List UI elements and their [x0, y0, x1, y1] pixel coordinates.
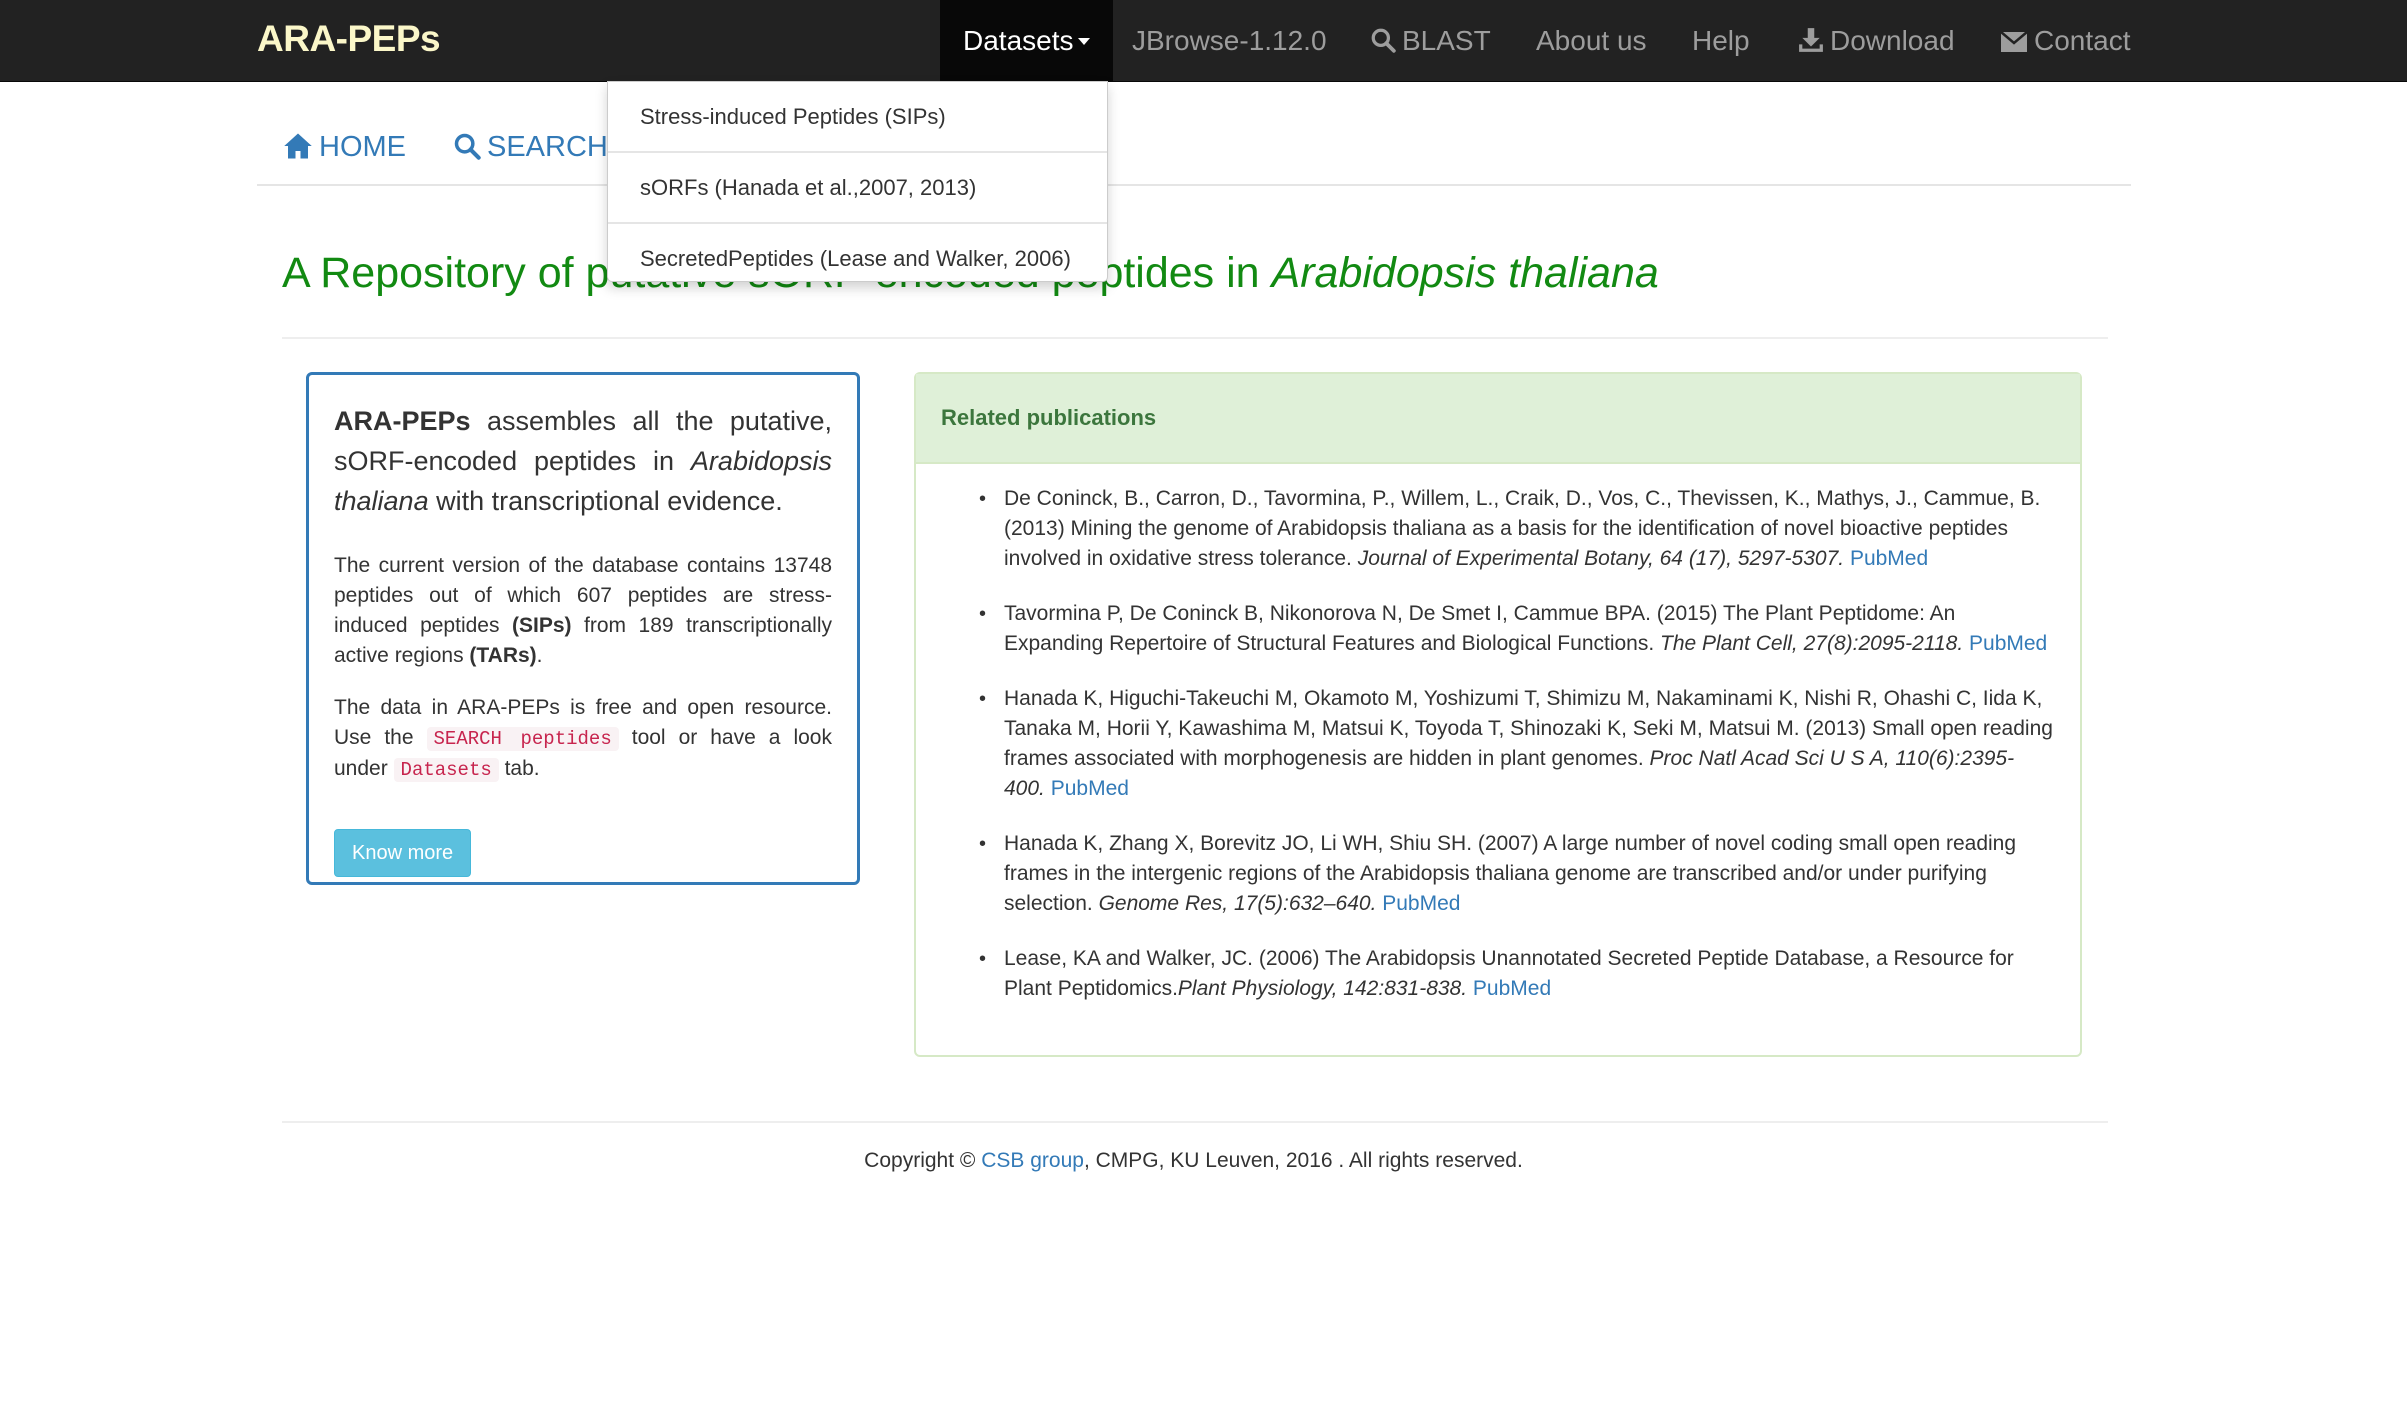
publications-panel: Related publications De Coninck, B., Car…	[914, 372, 2082, 1057]
publication-journal: Journal of Experimental Botany, 64 (17),…	[1357, 547, 1845, 570]
publication-item: Hanada K, Higuchi-Takeuchi M, Okamoto M,…	[916, 684, 2080, 804]
intro-brand: ARA-PEPs	[334, 406, 471, 436]
publications-title: Related publications	[916, 374, 2080, 464]
publication-item: De Coninck, B., Carron, D., Tavormina, P…	[916, 484, 2080, 574]
nav-datasets-label: Datasets	[963, 25, 1074, 56]
publication-item: Tavormina P, De Coninck B, Nikonorova N,…	[916, 599, 2080, 659]
intro-stats: The current version of the database cont…	[334, 551, 832, 671]
publication-journal: Genome Res, 17(5):632–640.	[1098, 892, 1377, 915]
publications-list: De Coninck, B., Carron, D., Tavormina, P…	[916, 484, 2080, 1029]
divider	[282, 337, 2108, 339]
pubmed-link[interactable]: PubMed	[1382, 892, 1460, 915]
nav-blast-label: BLAST	[1402, 25, 1491, 56]
nav-download-label: Download	[1830, 25, 1955, 56]
envelope-icon	[2000, 31, 2028, 52]
datasets-dropdown-menu: Stress-induced Peptides (SIPs) sORFs (Ha…	[607, 81, 1108, 282]
nav-contact-label: Contact	[2034, 25, 2131, 56]
pubmed-link[interactable]: PubMed	[1969, 632, 2047, 655]
subnav-search-label: SEARCH	[487, 131, 608, 163]
pubmed-link[interactable]: PubMed	[1850, 547, 1928, 570]
dropdown-item-sips[interactable]: Stress-induced Peptides (SIPs)	[608, 82, 1107, 151]
intro-sips: (SIPs)	[512, 614, 572, 637]
brand-logo[interactable]: ARA-PEPs	[257, 16, 441, 62]
intro-usage-end: tab.	[498, 757, 540, 780]
know-more-button[interactable]: Know more	[334, 829, 472, 877]
footer: Copyright © CSB group, CMPG, KU Leuven, …	[0, 1146, 2387, 1176]
intro-lead: ARA-PEPs assembles all the putative, sOR…	[334, 401, 832, 521]
nav-contact[interactable]: Contact	[2000, 0, 2131, 81]
publication-item: Lease, KA and Walker, JC. (2006) The Ara…	[916, 944, 2080, 1004]
dropdown-item-sorfs[interactable]: sORFs (Hanada et al.,2007, 2013)	[608, 153, 1107, 222]
search-icon	[1371, 28, 1396, 53]
intro-stats-end: .	[536, 644, 543, 667]
publication-journal: The Plant Cell, 27(8):2095-2118.	[1660, 632, 1964, 655]
nav-jbrowse[interactable]: JBrowse-1.12.0	[1132, 0, 1327, 81]
pubmed-link[interactable]: PubMed	[1473, 977, 1551, 1000]
subnav-search[interactable]: SEARCH	[453, 130, 608, 164]
publication-item: Hanada K, Zhang X, Borevitz JO, Li WH, S…	[916, 829, 2080, 919]
footer-csb-link[interactable]: CSB group	[981, 1149, 1084, 1172]
code-datasets: Datasets	[393, 758, 499, 782]
caret-down-icon	[1077, 38, 1090, 45]
home-icon	[284, 133, 312, 159]
dropdown-item-secreted-peptides[interactable]: SecretedPeptides (Lease and Walker, 2006…	[608, 224, 1107, 293]
nav-about[interactable]: About us	[1536, 0, 1647, 81]
intro-lead-text-end: with transcriptional evidence.	[428, 486, 783, 516]
footer-copyright: Copyright ©	[864, 1149, 982, 1172]
intro-usage: The data in ARA-PEPs is free and open re…	[334, 693, 832, 785]
pubmed-link[interactable]: PubMed	[1051, 777, 1129, 800]
footer-divider	[282, 1121, 2108, 1123]
subnav-home[interactable]: HOME	[283, 130, 406, 164]
nav-blast[interactable]: BLAST	[1370, 0, 1491, 81]
page-title-species: Arabidopsis thaliana	[1271, 249, 1659, 297]
footer-text: , CMPG, KU Leuven, 2016 . All rights res…	[1083, 1149, 1523, 1172]
nav-datasets-dropdown[interactable]: Datasets	[940, 0, 1113, 81]
nav-download[interactable]: Download	[1798, 0, 1955, 81]
sub-navigation: HOME SEARCH	[257, 84, 2131, 186]
subnav-home-label: HOME	[319, 131, 406, 163]
nav-help[interactable]: Help	[1692, 0, 1750, 81]
download-icon	[1799, 28, 1823, 52]
code-search-peptides: SEARCH peptides	[426, 727, 619, 751]
top-navbar: ARA-PEPs Datasets JBrowse-1.12.0 BLAST A…	[0, 0, 2407, 82]
intro-tars: (TARs)	[469, 644, 537, 667]
search-icon	[454, 133, 481, 160]
intro-box: ARA-PEPs assembles all the putative, sOR…	[306, 372, 860, 885]
publication-journal: Plant Physiology, 142:831-838.	[1177, 977, 1468, 1000]
